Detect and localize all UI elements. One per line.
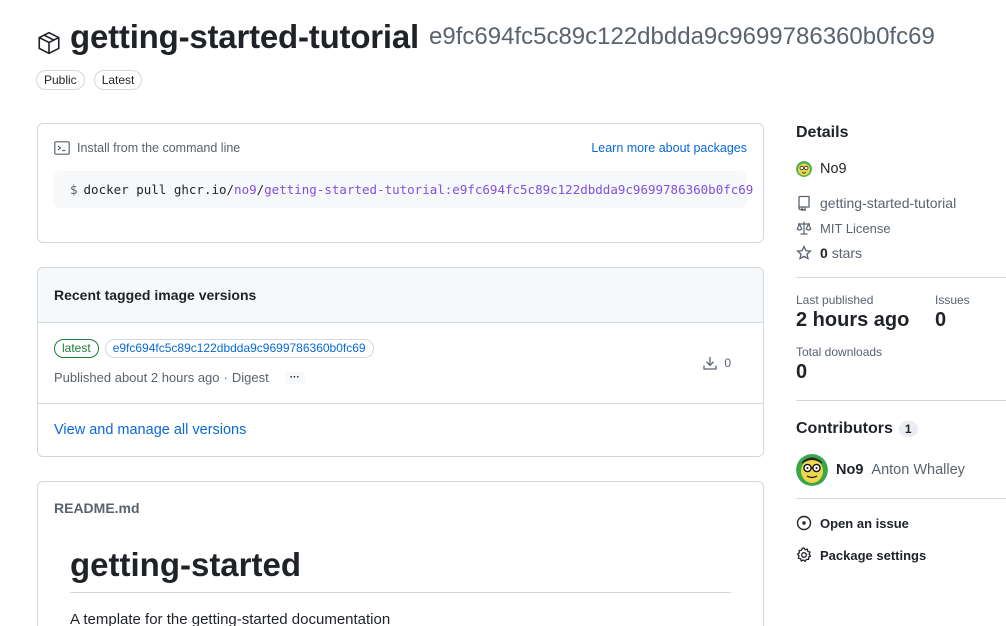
visibility-label: Public xyxy=(36,70,85,90)
license-name: MIT License xyxy=(820,220,891,236)
install-command[interactable]: $ docker pull ghcr.io/no9/getting-started… xyxy=(54,171,753,208)
package-settings-link[interactable]: Package settings xyxy=(796,547,1006,563)
open-issue-label: Open an issue xyxy=(820,515,909,531)
repo-link[interactable]: getting-started-tutorial xyxy=(796,195,1006,211)
total-downloads-label: Total downloads xyxy=(796,345,883,359)
tag-latest[interactable]: latest xyxy=(54,339,99,358)
owner-avatar xyxy=(796,161,812,177)
version-download-count: 0 xyxy=(724,356,731,370)
contributor-name: Anton Whalley xyxy=(871,462,965,478)
issues-label: Issues xyxy=(935,293,970,307)
prompt-dollar: $ xyxy=(70,182,78,197)
owner-name: No9 xyxy=(820,161,847,177)
star-icon xyxy=(796,245,812,260)
learn-more-link[interactable]: Learn more about packages xyxy=(591,141,747,155)
divider xyxy=(796,498,1006,499)
law-icon xyxy=(796,221,812,235)
total-downloads-value: 0 xyxy=(796,361,808,383)
package-digest: e9fc694fc5c89c122dbdda9c9699786360b0fc69 xyxy=(429,23,935,50)
versions-heading: Recent tagged image versions xyxy=(38,268,763,323)
issues-value: 0 xyxy=(935,309,947,331)
terminal-icon xyxy=(54,141,70,155)
package-header: getting-started-tutorial e9fc694fc5c89c1… xyxy=(36,18,996,90)
install-heading: Install from the command line xyxy=(77,141,241,155)
repo-name: getting-started-tutorial xyxy=(820,195,957,211)
contributor-login: No9 xyxy=(836,462,864,478)
readme-filename: README.md xyxy=(54,500,140,516)
cmd-namespace: no9 xyxy=(234,182,257,197)
package-title: getting-started-tutorial xyxy=(70,18,420,55)
install-panel: Install from the command line Learn more… xyxy=(37,123,764,243)
stars-row[interactable]: 0 stars xyxy=(796,245,1006,261)
version-row: latest e9fc694fc5c89c122dbdda9c969978636… xyxy=(38,323,763,404)
owner-link[interactable]: No9 xyxy=(796,161,1006,177)
gear-icon xyxy=(796,547,812,563)
readme-panel: README.md getting-started A template for… xyxy=(37,481,764,626)
tag-digest[interactable]: e9fc694fc5c89c122dbdda9c9699786360b0fc69 xyxy=(104,339,374,358)
stars-count: 0 xyxy=(820,245,828,261)
separator-dot: · xyxy=(223,370,228,385)
more-digest-button[interactable]: ··· xyxy=(284,371,305,384)
download-icon xyxy=(703,357,717,370)
details-heading: Details xyxy=(796,124,849,141)
last-published-label: Last published xyxy=(796,293,874,307)
issue-opened-icon xyxy=(796,515,812,531)
latest-label: Latest xyxy=(93,70,143,90)
version-downloads: 0 xyxy=(702,355,731,371)
repo-icon xyxy=(798,195,810,211)
contributor-avatar xyxy=(796,454,828,486)
cmd-image: getting-started-tutorial:e9fc694fc5c89c1… xyxy=(264,182,754,197)
divider xyxy=(796,400,1006,401)
published-text: Published about 2 hours ago xyxy=(54,370,220,385)
readme-text: A template for the getting-started docum… xyxy=(70,611,391,626)
contributor-item[interactable]: No9 Anton Whalley xyxy=(796,454,1006,486)
stars-label: stars xyxy=(831,245,863,261)
versions-panel: Recent tagged image versions latest e9fc… xyxy=(37,267,764,457)
view-all-versions-link[interactable]: View and manage all versions xyxy=(54,422,246,438)
cmd-prefix: docker pull ghcr.io/ xyxy=(83,182,235,197)
contributors-count: 1 xyxy=(898,421,918,437)
digest-label: Digest xyxy=(231,370,269,385)
last-published-value: 2 hours ago xyxy=(796,309,910,331)
open-issue-link[interactable]: Open an issue xyxy=(796,515,1006,531)
divider xyxy=(796,277,1006,278)
details-sidebar: Details No9 getting-started-tutorial MIT… xyxy=(796,124,1006,563)
license-row[interactable]: MIT License xyxy=(796,220,1006,236)
package-settings-label: Package settings xyxy=(820,547,927,563)
contributors-heading: Contributors xyxy=(796,420,893,437)
package-icon xyxy=(38,31,60,55)
readme-heading: getting-started xyxy=(70,546,731,593)
